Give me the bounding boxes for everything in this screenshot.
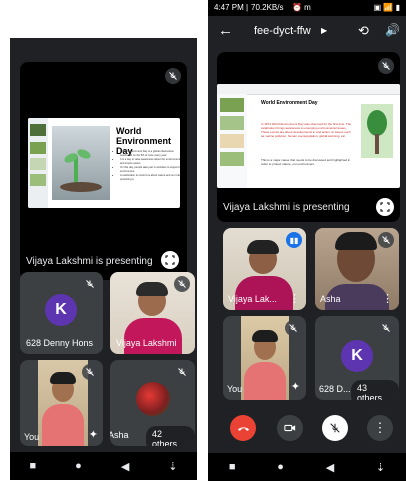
presentation-tile[interactable]: World Environment Day World Environment … <box>20 62 187 280</box>
presenter-caption: Vijaya Lakshmi is presenting <box>26 256 153 267</box>
effects-sparkle-icon[interactable]: ✦ <box>291 380 300 393</box>
slide-sidebar <box>28 118 48 208</box>
presentation-tile[interactable]: World Environment Day In 1974 World Envi… <box>217 52 400 222</box>
recents-button[interactable]: ■ <box>229 461 236 473</box>
call-controls: ⋮ <box>208 410 406 450</box>
mic-off-icon <box>330 423 340 433</box>
avatar <box>136 382 170 416</box>
home-button[interactable]: ● <box>75 460 82 472</box>
participant-tile-asha[interactable]: Asha 42 others <box>110 360 195 446</box>
effects-sparkle-icon[interactable]: ✦ <box>89 428 98 441</box>
mic-off-icon <box>285 320 301 336</box>
slide-sidebar <box>217 94 247 188</box>
participant-name: Vijaya Lakshmi <box>116 338 177 348</box>
participant-name: Vijaya Lak... <box>228 294 277 304</box>
self-video <box>38 360 88 446</box>
android-nav-bar: ■ ● ◀ ⇣ <box>208 453 406 481</box>
status-time: 4:47 PM <box>214 3 244 12</box>
mic-off-icon <box>82 276 98 292</box>
meeting-info-chevron-icon[interactable]: ▶ <box>321 26 327 35</box>
slide-title: World Environment Day <box>261 100 318 106</box>
mic-toggle-button[interactable] <box>322 415 348 441</box>
android-nav-bar: ■ ● ◀ ⇣ <box>10 452 197 480</box>
slide-body-2: This is a major cause that needs to be d… <box>261 158 351 166</box>
presenter-caption: Vijaya Lakshmi is presenting <box>223 202 350 213</box>
mic-off-icon <box>165 68 181 84</box>
others-count-badge[interactable]: 43 others <box>351 380 399 400</box>
switch-camera-icon[interactable]: ⟲ <box>358 23 369 39</box>
participant-tile-you[interactable]: You ✦ <box>223 316 306 400</box>
mic-off-icon <box>82 364 98 380</box>
participant-tile-vijaya[interactable]: Vijaya Lakshmi <box>110 272 195 354</box>
avatar: K <box>341 340 373 372</box>
back-arrow-icon[interactable]: ← <box>218 22 233 39</box>
phone-right: 4:47 PM | 70.2KB/s ⏰ m ▣ 📶 ▮ ← fee-dyct-… <box>208 0 406 481</box>
end-call-button[interactable] <box>230 415 256 441</box>
participant-name: You <box>24 432 40 442</box>
meeting-app-bar: ← fee-dyct-ffw ▶ ⟲ 🔊 <box>208 16 406 46</box>
camera-toggle-button[interactable] <box>277 415 303 441</box>
participant-name: 628 Denny Hons <box>26 338 94 348</box>
status-icons: ⏰ m <box>292 3 311 12</box>
slide-bullets: World Environment Day is a global observ… <box>114 150 180 182</box>
mic-off-icon <box>378 58 394 74</box>
back-button[interactable]: ◀ <box>326 461 334 474</box>
video-camera-icon <box>284 424 296 432</box>
participant-tile-asha[interactable]: Asha ⋮ <box>315 228 399 310</box>
participant-tile-you[interactable]: You ✦ <box>20 360 103 446</box>
recents-button[interactable]: ■ <box>30 460 37 472</box>
mic-off-icon <box>378 320 394 336</box>
status-bar: 4:47 PM | 70.2KB/s ⏰ m ▣ 📶 ▮ <box>208 0 406 16</box>
more-options-icon[interactable]: ⋮ <box>289 292 300 305</box>
more-options-icon[interactable]: ⋮ <box>382 292 393 305</box>
shared-slide: World Environment Day World Environment … <box>28 118 180 208</box>
mic-off-icon <box>174 364 190 380</box>
slide-plant-image <box>52 126 110 200</box>
nav-hide-button[interactable]: ⇣ <box>376 461 385 474</box>
slide-tree-image <box>361 104 393 158</box>
active-speaker-icon: ▮▮ <box>286 232 302 248</box>
participant-name: Asha <box>110 430 129 440</box>
mic-off-icon <box>174 276 190 292</box>
participant-tile-denny[interactable]: K 628 Denny Hons <box>20 272 103 354</box>
participant-tile-vijaya[interactable]: ▮▮ Vijaya Lak... ⋮ <box>223 228 306 310</box>
fullscreen-icon[interactable] <box>376 198 394 216</box>
status-separator: | <box>246 3 249 12</box>
more-options-button[interactable]: ⋮ <box>367 415 393 441</box>
speaker-icon[interactable]: 🔊 <box>385 23 400 37</box>
participant-name: You <box>227 384 243 394</box>
shared-slide: World Environment Day In 1974 World Envi… <box>217 84 400 188</box>
mic-off-icon <box>378 232 394 248</box>
home-button[interactable]: ● <box>277 461 284 473</box>
participant-tile-denny[interactable]: K 628 D... 43 others <box>315 316 399 400</box>
self-video <box>241 316 289 400</box>
meeting-code[interactable]: fee-dyct-ffw <box>254 25 311 37</box>
slide-body: In 1974 World Environment Day was observ… <box>261 122 352 138</box>
participant-name: Asha <box>320 294 341 304</box>
participant-name: 628 D... <box>319 384 351 394</box>
phone-left: World Environment Day World Environment … <box>10 38 197 480</box>
nav-hide-button[interactable]: ⇣ <box>168 460 177 473</box>
back-button[interactable]: ◀ <box>121 460 129 473</box>
hang-up-icon <box>237 426 249 431</box>
fullscreen-icon[interactable] <box>161 251 179 269</box>
status-speed: 70.2KB/s <box>251 3 284 12</box>
status-right-icons: ▣ 📶 ▮ <box>373 3 400 12</box>
others-count-badge[interactable]: 42 others <box>146 426 195 446</box>
avatar: K <box>45 294 77 326</box>
